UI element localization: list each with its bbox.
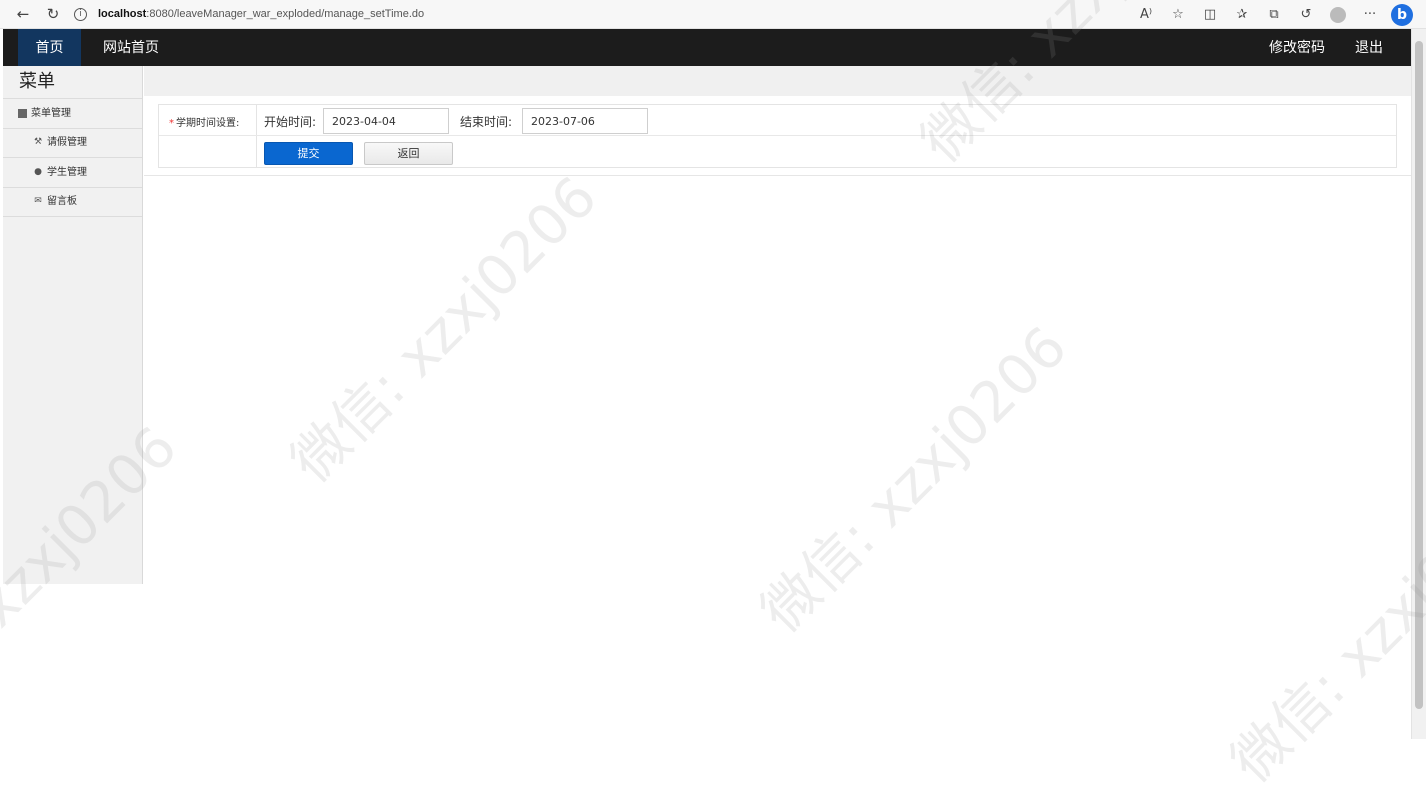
content-top-strip bbox=[144, 66, 1411, 96]
content-divider bbox=[144, 175, 1411, 176]
sidebar-item-student-management[interactable]: ● 学生管理 bbox=[3, 158, 142, 188]
back-button[interactable]: 返回 bbox=[364, 142, 453, 165]
split-screen-icon[interactable]: ◫ bbox=[1194, 0, 1226, 29]
end-time-label: 结束时间: bbox=[460, 115, 513, 129]
page-scrollbar[interactable] bbox=[1411, 29, 1426, 739]
sidebar-item-label: 留言板 bbox=[47, 196, 77, 208]
bing-icon[interactable]: b bbox=[1386, 0, 1418, 29]
wrench-icon: ⚒ bbox=[33, 137, 43, 148]
sidebar-group-menu-management[interactable]: 菜单管理 bbox=[3, 99, 142, 129]
read-aloud-icon[interactable]: A⁾ bbox=[1130, 0, 1162, 29]
comment-icon: ● bbox=[34, 166, 42, 177]
form-row-divider bbox=[159, 135, 1396, 136]
required-mark: * bbox=[169, 118, 174, 129]
logout-link[interactable]: 退出 bbox=[1355, 29, 1383, 66]
semester-time-label: * 学期时间设置: bbox=[169, 114, 239, 129]
url-path: :8080/leaveManager_war_exploded/manage_s… bbox=[146, 8, 425, 20]
sidebar-item-label: 学生管理 bbox=[47, 166, 87, 178]
form-label-cell: * 学期时间设置: bbox=[159, 105, 257, 167]
app-header: 首页 网站首页 修改密码 退出 bbox=[3, 29, 1411, 66]
sidebar: 菜单 菜单管理 ⚒ 请假管理 ● 学生管理 ✉ 留言板 bbox=[3, 66, 143, 584]
nav-home-link[interactable]: 首页 bbox=[18, 29, 81, 66]
nav-site-home-link[interactable]: 网站首页 bbox=[103, 29, 159, 66]
collections-icon[interactable]: ⧉ bbox=[1258, 0, 1290, 29]
menu-title: 菜单 bbox=[3, 66, 142, 99]
reload-icon[interactable]: ↻ bbox=[38, 0, 68, 29]
profile-avatar-icon[interactable] bbox=[1322, 0, 1354, 29]
url-host: localhost bbox=[98, 8, 147, 20]
watermark: 微信: xzxj0206 bbox=[1219, 464, 1426, 796]
semester-time-form: *学期时间设置: 开始时间: 结束时间: 提交 返回 bbox=[158, 104, 1397, 168]
watermark: 微信: xzxj0206 bbox=[749, 314, 1080, 646]
scrollbar-thumb[interactable] bbox=[1415, 41, 1423, 709]
envelope-icon: ✉ bbox=[34, 196, 42, 207]
browser-toolbar: ← ↻ i localhost:8080/leaveManager_war_ex… bbox=[0, 0, 1426, 29]
more-menu-icon[interactable]: ··· bbox=[1354, 0, 1386, 29]
history-icon[interactable]: ↺ bbox=[1290, 0, 1322, 29]
change-password-link[interactable]: 修改密码 bbox=[1269, 29, 1325, 66]
start-time-label: 开始时间: bbox=[264, 115, 317, 129]
sidebar-group-label: 菜单管理 bbox=[31, 107, 71, 119]
submit-button[interactable]: 提交 bbox=[264, 142, 353, 165]
semester-time-label-text: 学期时间设置: bbox=[176, 118, 240, 129]
list-box-icon bbox=[18, 108, 27, 118]
address-bar[interactable]: localhost:8080/leaveManager_war_exploded… bbox=[98, 8, 424, 20]
favorite-star-icon[interactable]: ☆ bbox=[1162, 0, 1194, 29]
sidebar-item-leave-management[interactable]: ⚒ 请假管理 bbox=[3, 129, 142, 158]
watermark: 微信: xzxj0206 bbox=[279, 164, 610, 496]
end-date-input[interactable] bbox=[522, 108, 648, 134]
site-info-icon[interactable]: i bbox=[74, 7, 87, 21]
start-date-input[interactable] bbox=[323, 108, 449, 134]
favorites-list-icon[interactable]: ✰ bbox=[1226, 0, 1258, 29]
sidebar-item-message-board[interactable]: ✉ 留言板 bbox=[3, 188, 142, 217]
back-arrow-icon[interactable]: ← bbox=[8, 0, 38, 29]
sidebar-item-label: 请假管理 bbox=[47, 137, 87, 149]
